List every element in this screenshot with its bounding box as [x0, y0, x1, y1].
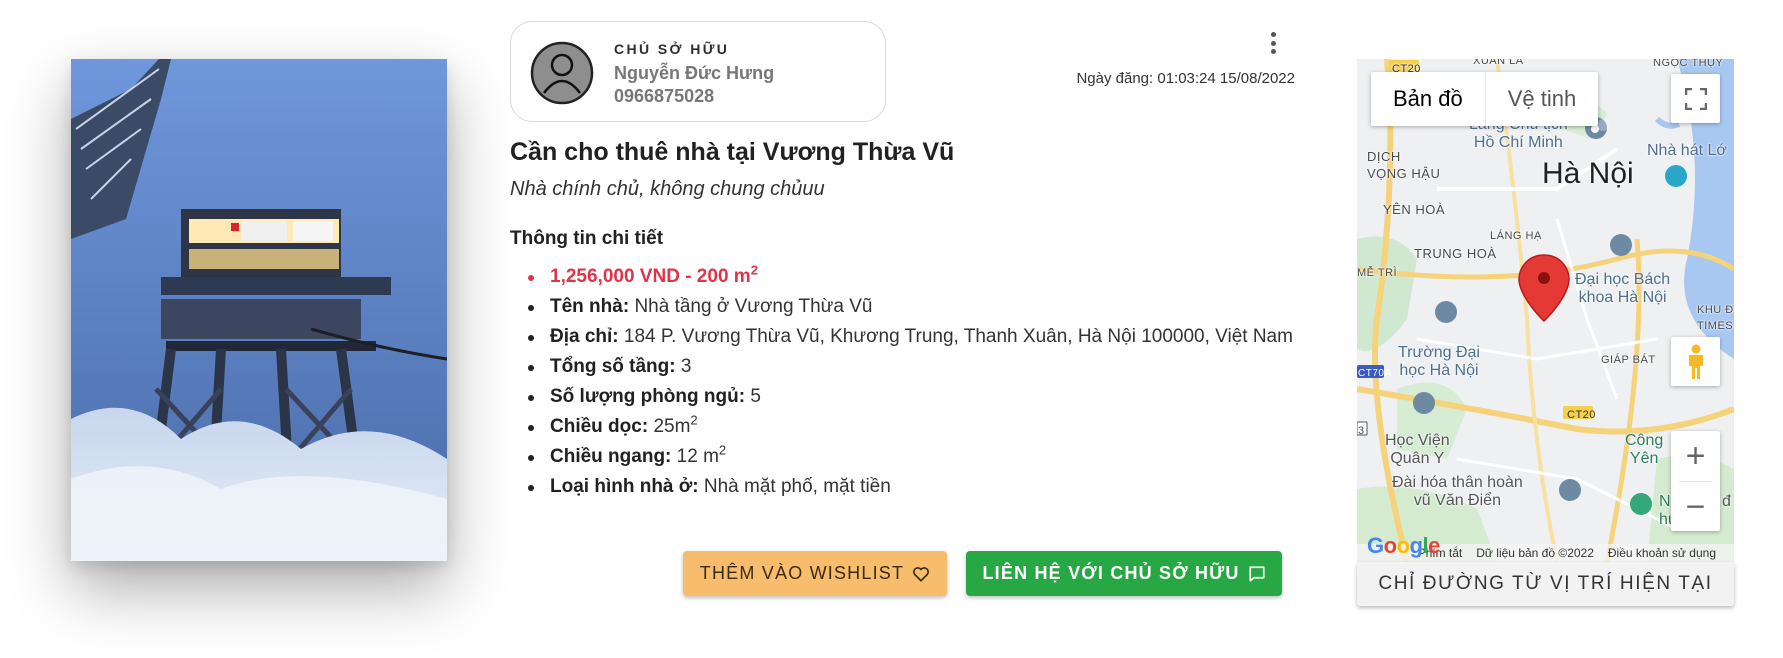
more-options-icon[interactable] — [1263, 32, 1283, 60]
detail-item-house-type: Loại hình nhà ở: Nhà mặt phố, mặt tiền — [528, 472, 1300, 502]
detail-item-width: Chiều ngang: 12 m2 — [528, 442, 1300, 472]
map-type-satellite-tab[interactable]: Vệ tinh — [1486, 72, 1599, 126]
detail-item-address: Địa chỉ: 184 P. Vương Thừa Vũ, Khương Tr… — [528, 322, 1300, 352]
add-to-wishlist-button[interactable]: THÊM VÀO WISHLIST — [683, 551, 947, 596]
map-type-toggle: Bản đồ Vệ tinh — [1371, 72, 1599, 126]
contact-owner-button[interactable]: LIÊN HỆ VỚI CHỦ SỞ HỮU — [966, 551, 1282, 596]
map-label-truong-dai-hoc-ha-noi: Trường Đại học Hà Nội — [1398, 344, 1480, 379]
directions-from-current-location-button[interactable]: CHỈ ĐƯỜNG TỪ VỊ TRÍ HIỆN TẠI — [1357, 562, 1734, 606]
owner-card: CHỦ SỞ HỮU Nguyễn Đức Hưng 0966875028 — [510, 21, 886, 122]
zoom-in-icon[interactable]: + — [1671, 431, 1720, 481]
map-label-xuan-la: XUÂN LA — [1473, 59, 1524, 67]
map-label-yen-hoa: YÊN HOÀ — [1383, 202, 1446, 217]
zoom-out-icon[interactable]: − — [1671, 482, 1720, 532]
map-label-ngoc-thuy: NGỌC THỤY — [1653, 59, 1724, 69]
map-label-hoc-vien-quan-y: Học Viện Quân Y — [1385, 432, 1450, 467]
owner-role-label: CHỦ SỞ HỮU — [614, 41, 730, 57]
price-item: 1,256,000 VND - 200 m2 — [528, 262, 1300, 292]
listing-subtitle: Nhà chính chủ, không chung chủuu — [510, 178, 825, 200]
posted-date: Ngày đăng: 01:03:24 15/08/2022 — [1076, 70, 1295, 87]
map-label-d: đ — [1722, 493, 1731, 510]
heart-icon — [913, 566, 930, 582]
map-label-ct70a: CT70A — [1358, 368, 1392, 379]
map-label-lang-ha: LÁNG HẠ — [1490, 230, 1542, 242]
map-type-map-tab[interactable]: Bản đồ — [1371, 72, 1485, 126]
fullscreen-icon[interactable] — [1671, 74, 1720, 123]
map-label-dai-hoc-bach-khoa: Đại học Bách khoa Hà Nội — [1575, 271, 1671, 306]
map-terms-link[interactable]: Điều khoản sử dụng — [1608, 546, 1716, 560]
zoom-controls: + − — [1671, 431, 1720, 531]
details-heading: Thông tin chi tiết — [510, 228, 664, 249]
map-label-cong-yen: Công Yên — [1625, 432, 1664, 467]
contact-button-label: LIÊN HỆ VỚI CHỦ SỞ HỮU — [982, 563, 1240, 583]
map-label-giap-bat: GIÁP BÁT — [1601, 354, 1656, 366]
owner-name: Nguyễn Đức Hưng — [614, 63, 775, 83]
property-photo — [71, 59, 447, 561]
chat-icon — [1248, 565, 1265, 582]
map-data-attribution: Dữ liệu bản đồ ©2022 — [1476, 546, 1594, 560]
google-map[interactable]: XUÂN LA NGỌC THỤY CT20 Lăng Chủ tịch Hồ … — [1357, 59, 1734, 562]
map-label-ct3: 3 — [1358, 425, 1365, 437]
map-label-trung-hoa: TRUNG HOÀ — [1414, 246, 1497, 261]
street-view-pegman-icon[interactable] — [1671, 337, 1720, 386]
detail-item-floors: Tổng số tầng: 3 — [528, 352, 1300, 382]
map-label-ha-noi: Hà Nội — [1542, 157, 1634, 190]
detail-list: 1,256,000 VND - 200 m2 Tên nhà: Nhà tầng… — [528, 262, 1300, 502]
detail-item-name: Tên nhà: Nhà tầng ở Vương Thừa Vũ — [528, 292, 1300, 322]
detail-item-length: Chiều dọc: 25m2 — [528, 412, 1300, 442]
map-label-dai-hoa-than: Đài hóa thân hoàn vũ Văn Điển — [1392, 474, 1523, 509]
owner-phone[interactable]: 0966875028 — [614, 86, 714, 107]
detail-item-bedrooms: Số lượng phòng ngủ: 5 — [528, 382, 1300, 412]
map-label-nha-hat-lon: Nhà hát Lớ — [1647, 142, 1727, 159]
google-logo: Google — [1367, 533, 1440, 558]
map-label-ct20-bottom: CT20 — [1567, 409, 1596, 421]
map-label-dich-vong-hau: DỊCH VỌNG HẬU — [1367, 149, 1441, 181]
map-label-me-tri: MỄ TRÌ — [1357, 267, 1398, 279]
map-label-khu-do-thi: KHU ĐÔ T TIMES CI — [1697, 304, 1734, 332]
avatar-icon — [530, 41, 594, 105]
listing-title: Cần cho thuê nhà tại Vương Thừa Vũ — [510, 138, 955, 166]
wishlist-button-label: THÊM VÀO WISHLIST — [699, 563, 905, 583]
